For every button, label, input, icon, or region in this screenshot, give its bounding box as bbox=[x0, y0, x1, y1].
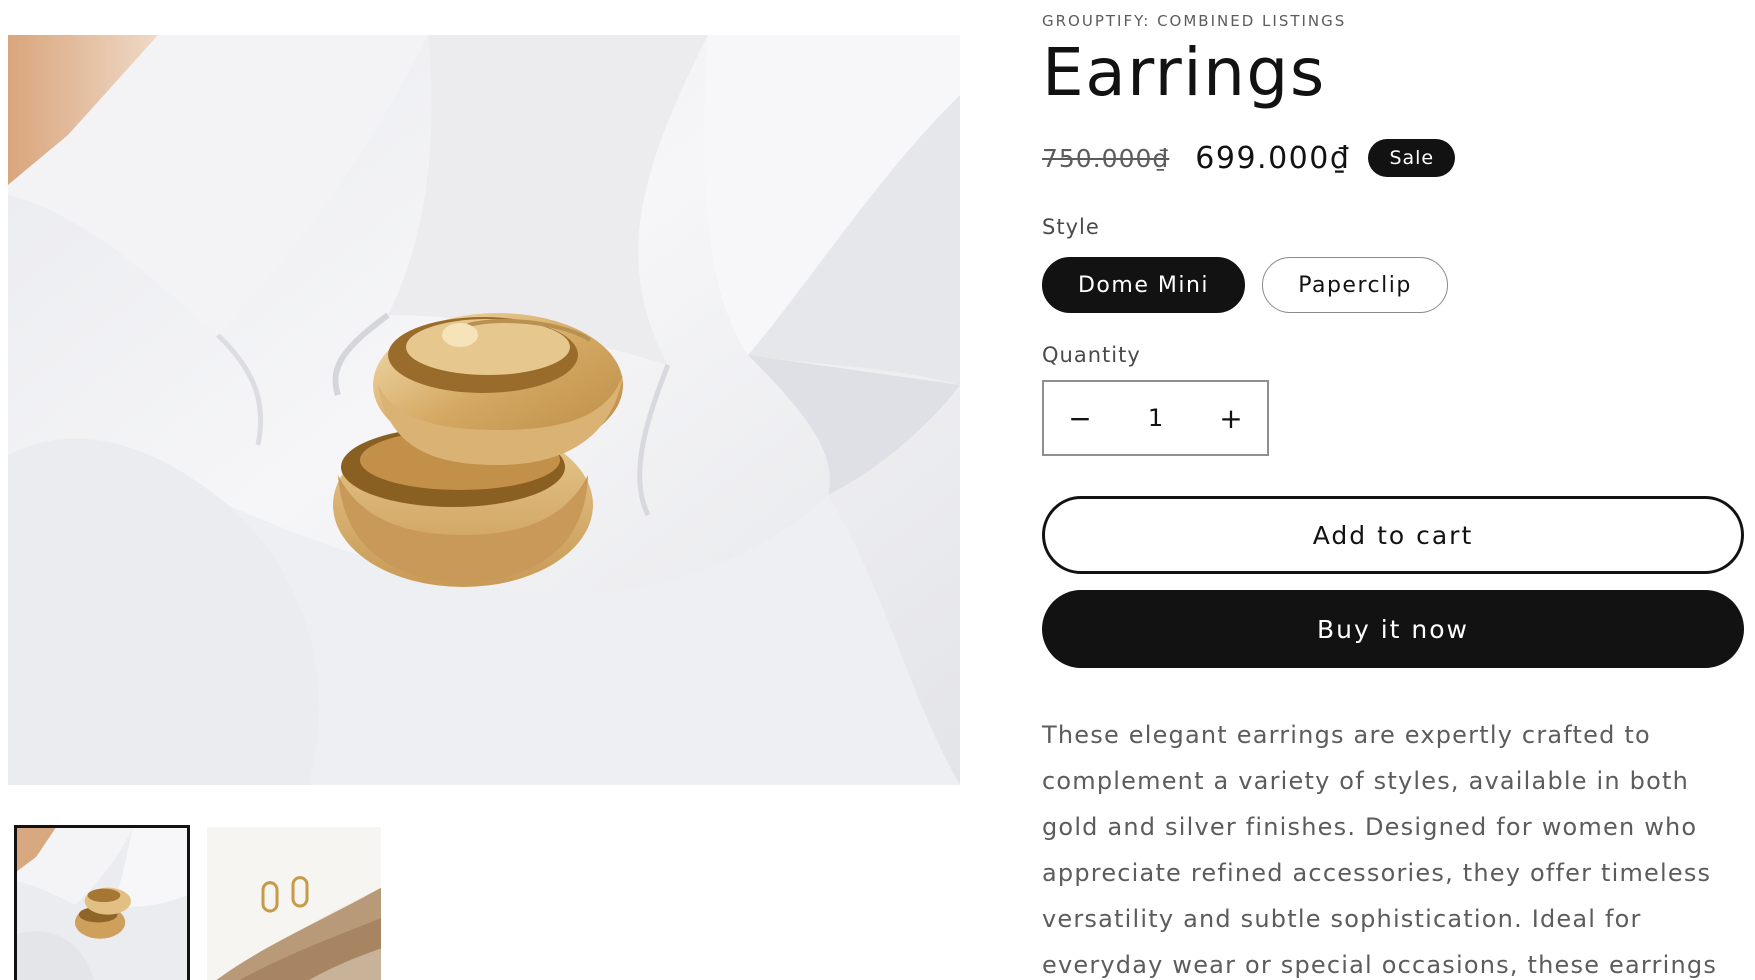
earrings-photo bbox=[8, 35, 960, 785]
thumbnail-2-image bbox=[207, 827, 381, 980]
quantity-decrease-button[interactable]: − bbox=[1044, 382, 1116, 454]
quantity-input[interactable] bbox=[1116, 382, 1195, 454]
thumbnail-1[interactable] bbox=[14, 825, 190, 980]
product-vendor: GROUPTIFY: COMBINED LISTINGS bbox=[1042, 12, 1347, 30]
minus-icon: − bbox=[1068, 401, 1092, 435]
style-option-paperclip[interactable]: Paperclip bbox=[1262, 257, 1448, 313]
compare-at-price: 750.000₫ bbox=[1042, 143, 1170, 173]
quantity-increase-button[interactable]: + bbox=[1195, 382, 1267, 454]
buy-it-now-button[interactable]: Buy it now bbox=[1042, 590, 1744, 668]
style-option-dome-mini[interactable]: Dome Mini bbox=[1042, 257, 1245, 313]
thumbnail-2[interactable] bbox=[207, 827, 381, 980]
quantity-label: Quantity bbox=[1042, 343, 1141, 367]
style-label: Style bbox=[1042, 215, 1100, 239]
sale-badge: Sale bbox=[1368, 139, 1456, 177]
quantity-stepper: − + bbox=[1042, 380, 1269, 456]
product-page: GROUPTIFY: COMBINED LISTINGS Earrings 75… bbox=[0, 0, 1755, 980]
price-row: 750.000₫ 699.000₫ Sale bbox=[1042, 136, 1456, 180]
product-title: Earrings bbox=[1042, 34, 1326, 111]
sale-price: 699.000₫ bbox=[1195, 140, 1351, 176]
product-description: These elegant earrings are expertly craf… bbox=[1042, 721, 1718, 979]
thumbnail-1-image bbox=[17, 828, 187, 980]
product-main-image[interactable] bbox=[8, 35, 960, 785]
add-to-cart-button[interactable]: Add to cart bbox=[1042, 496, 1744, 574]
plus-icon: + bbox=[1219, 401, 1243, 435]
